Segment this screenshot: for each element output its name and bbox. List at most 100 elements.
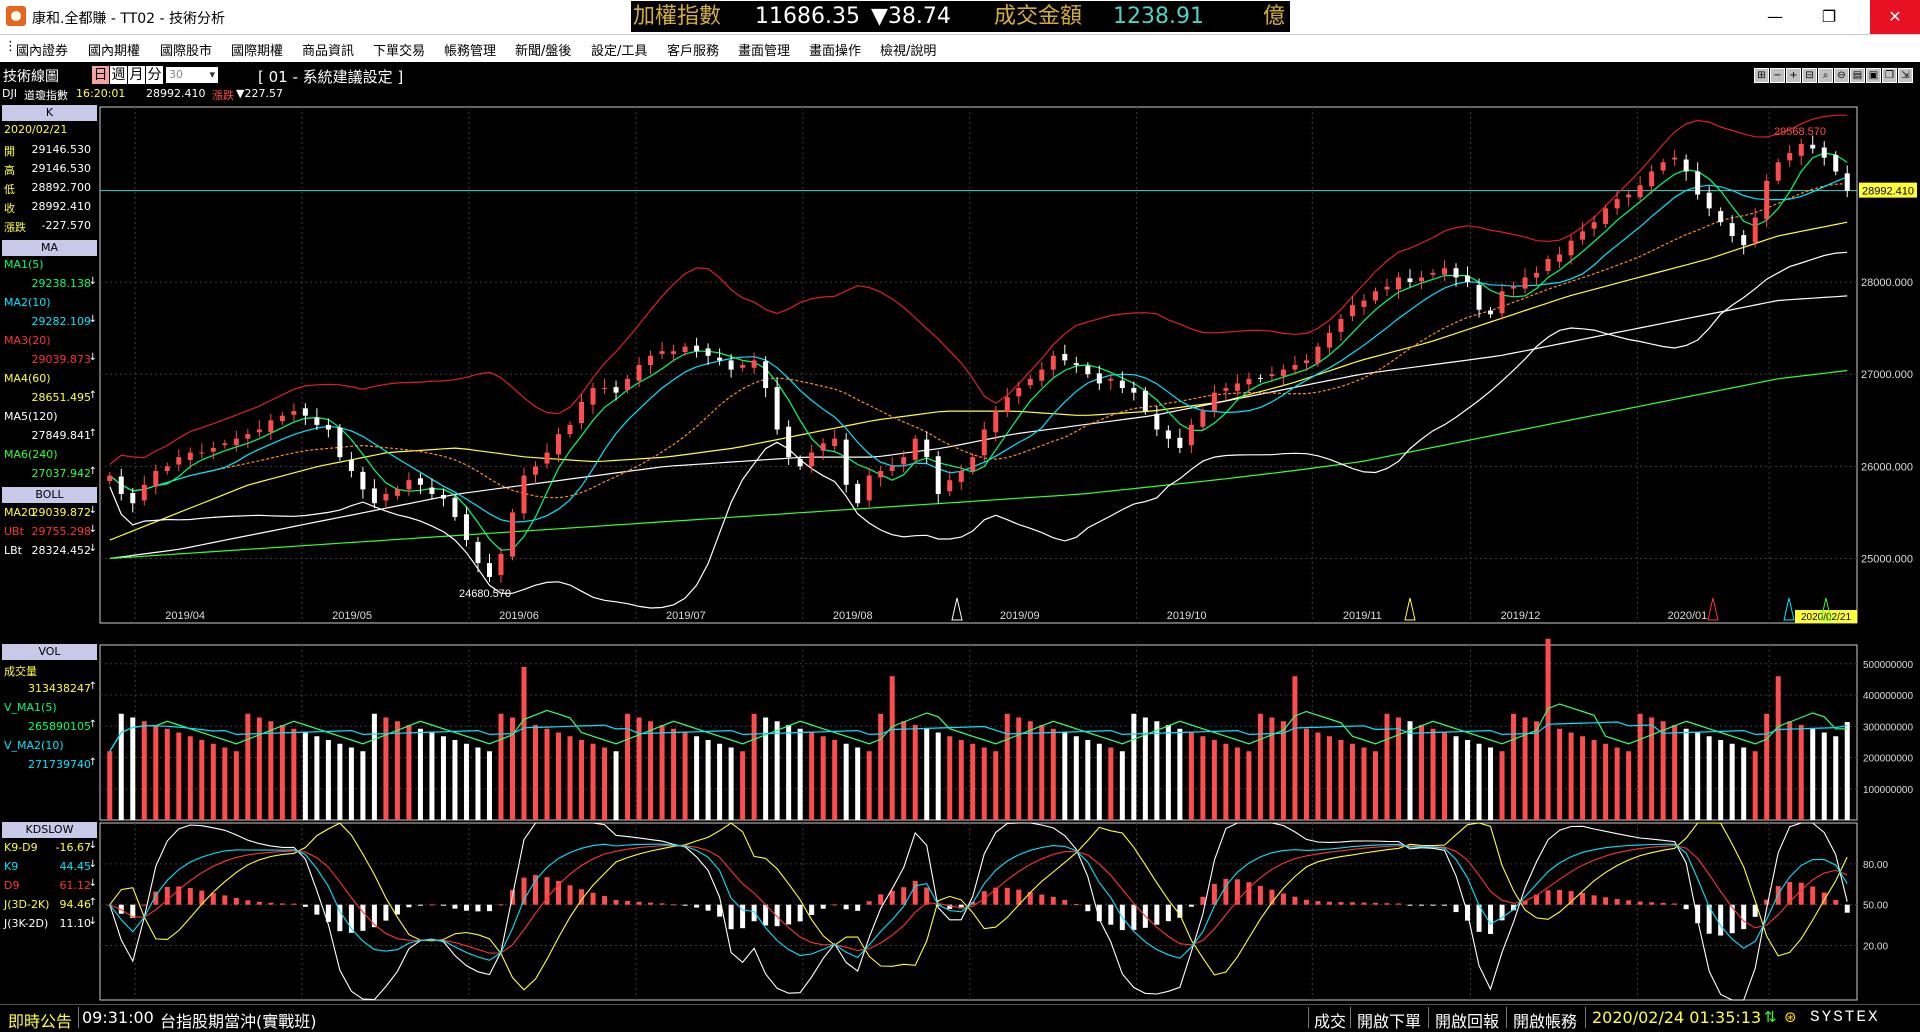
kd-j1-line (109, 822, 1848, 991)
kd-diff-bar (1326, 901, 1332, 905)
candle-body (153, 470, 159, 487)
open-report-link[interactable]: 開啟回報 (1435, 1008, 1499, 1032)
x-tick-label: 2019/07 (666, 610, 706, 622)
coin-icon: ⊛ (1784, 1008, 1797, 1026)
volume-bar (659, 725, 665, 820)
volume-bar (417, 728, 423, 820)
candle-body (1752, 217, 1758, 243)
boll-lower-line (109, 251, 1848, 609)
kd-diff-bar (1603, 897, 1609, 905)
candle-body (1729, 223, 1735, 236)
candle-body (1626, 194, 1632, 198)
kd-diff-bar (475, 904, 481, 912)
candle-body (981, 429, 987, 456)
candle-body (659, 351, 665, 354)
candle-body (1649, 171, 1655, 187)
candle-body (544, 452, 550, 464)
volume-bar (1142, 717, 1148, 820)
connection-icon: ⇅ (1764, 1008, 1777, 1026)
candle-body (1269, 374, 1275, 377)
candle-body (797, 458, 803, 467)
kd-diff-bar (1338, 902, 1344, 905)
volume-bar (1361, 747, 1367, 820)
candle-body (141, 484, 147, 501)
status-datetime: 2020/02/24 01:35:13 (1592, 1008, 1762, 1027)
kd-diff-bar (406, 904, 412, 908)
candle-body (371, 488, 377, 504)
volume-bar (602, 747, 608, 820)
kd-diff-bar (187, 888, 193, 905)
volume-bar (1315, 732, 1321, 820)
kd-diff-bar (1844, 904, 1850, 913)
kd-j2-line (109, 822, 1848, 1001)
notice-label[interactable]: 即時公告 (8, 1008, 72, 1032)
candle-body (1534, 272, 1540, 278)
candle-body (1499, 291, 1505, 314)
volume-bar (532, 725, 538, 820)
kd-diff-bar (1660, 902, 1666, 905)
open-account-link[interactable]: 開啟帳務 (1513, 1008, 1577, 1032)
volume-bar (1626, 751, 1632, 820)
candle-body (1683, 159, 1689, 172)
volume-bar (1499, 751, 1505, 820)
kd-d-line (109, 844, 1848, 954)
volume-bar (866, 751, 872, 820)
candle-body (452, 497, 458, 518)
candle-body (889, 466, 895, 471)
volume-bar (1039, 725, 1045, 820)
volume-bar (958, 740, 964, 820)
volume-bar (1257, 713, 1263, 820)
chart-area[interactable]: 2019/04 2019/05 2019/06 2019/07 2019/08 2019/… (0, 0, 1920, 1030)
volume-bar (1637, 713, 1643, 820)
volume-bar (1764, 713, 1770, 820)
kd-diff-bar (1165, 904, 1171, 922)
volume-bar (222, 747, 228, 820)
candle-body (440, 494, 446, 499)
candle-body (1349, 305, 1355, 317)
candle-body (107, 475, 113, 482)
volume-bar (1211, 740, 1217, 820)
kd-diff-bar (1810, 886, 1816, 905)
kd-diff-bar (1154, 904, 1160, 925)
candle-body (958, 470, 964, 483)
candle-body (1131, 388, 1137, 393)
volume-bar (199, 740, 205, 820)
open-order-link[interactable]: 開啟下單 (1357, 1008, 1421, 1032)
candle-body (1108, 378, 1114, 381)
kd-diff-bar (1004, 887, 1010, 905)
volume-bar (1683, 728, 1689, 820)
current-price-label: 28992.410 (1862, 186, 1914, 198)
high-annotation: 29568.570 (1774, 126, 1826, 138)
candle-body (1430, 272, 1436, 275)
volume-bar (1188, 732, 1194, 820)
candle-body (1211, 392, 1217, 412)
kd-diff-bar (751, 904, 757, 922)
volume-bar (878, 713, 884, 820)
candle-body (1511, 286, 1517, 289)
candle-body (774, 387, 780, 430)
volume-bar (682, 732, 688, 820)
kd-diff-bar (705, 904, 711, 911)
volume-bar (1752, 751, 1758, 820)
kd-diff-bar (452, 904, 458, 909)
kd-diff-bar (1580, 893, 1586, 905)
kd-diff-bar (1384, 903, 1390, 905)
y-tick-label: 28000.000 (1861, 277, 1913, 289)
candle-body (901, 457, 907, 465)
ma-line-ma5 (109, 152, 1848, 551)
status-bar: 即時公告 09:31:00 台指股期當沖(實戰班) 成交 開啟下單 開啟回報 開… (0, 1004, 1920, 1031)
candle-body (1522, 277, 1528, 289)
kd-diff-bar (532, 875, 538, 905)
candle-body (1188, 424, 1194, 446)
volume-bar (1580, 736, 1586, 820)
volume-bar (1177, 728, 1183, 820)
kd-diff-bar (463, 904, 469, 911)
volume-bar (268, 721, 274, 820)
trade-link[interactable]: 成交 (1314, 1008, 1346, 1032)
kd-diff-bar (1246, 882, 1252, 905)
kd-diff-bar (1257, 886, 1263, 905)
notice-text[interactable]: 台指股期當沖(實戰班) (160, 1008, 317, 1032)
candle-body (314, 417, 320, 425)
candle-body (475, 541, 481, 564)
signal-triangle (951, 597, 963, 621)
